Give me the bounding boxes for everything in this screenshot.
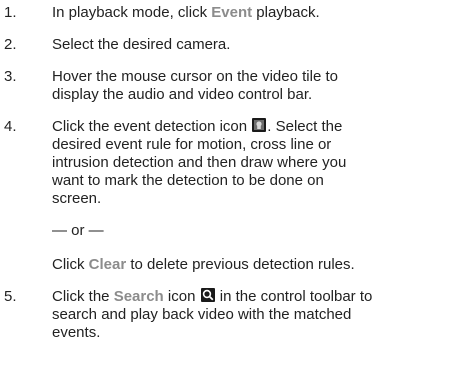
- or-separator: — or —: [52, 222, 104, 239]
- step-text: to delete previous detection rules.: [126, 256, 355, 273]
- step-text: Click the: [52, 288, 114, 305]
- step-text-line: Hover the mouse cursor on the video tile…: [52, 68, 338, 85]
- step-number: 3.: [4, 68, 17, 85]
- keyword-clear: Clear: [88, 256, 127, 273]
- step-1: 1. In playback mode, click Event playbac…: [4, 4, 458, 22]
- step-text: . Select the: [267, 118, 343, 135]
- step-number: 5.: [4, 288, 17, 305]
- step-text-line: screen.: [52, 190, 102, 207]
- keyword-event: Event: [211, 4, 253, 21]
- step-text: Select the desired camera.: [52, 36, 231, 53]
- step-2: 2. Select the desired camera.: [4, 36, 458, 54]
- step-text: icon: [163, 288, 200, 305]
- step-text: Click the event detection icon: [52, 118, 252, 135]
- search-icon: [200, 288, 215, 302]
- step-number: 4.: [4, 118, 17, 135]
- step-text: in the control toolbar to: [215, 288, 373, 305]
- step-4: 4. Click the event detection icon . Sele…: [4, 118, 458, 208]
- step-text-line: events.: [52, 324, 101, 341]
- step-text-line: search and play back video with the matc…: [52, 306, 352, 323]
- step-text: Click: [52, 256, 89, 273]
- step-3: 3. Hover the mouse cursor on the video t…: [4, 68, 458, 104]
- keyword-search: Search: [113, 288, 164, 305]
- step-text-line: desired event rule for motion, cross lin…: [52, 136, 332, 153]
- event-detection-icon: [252, 118, 267, 132]
- clear-instruction: Click Clear to delete previous detection…: [52, 256, 355, 274]
- step-text-line: want to mark the detection to be done on: [52, 172, 324, 189]
- step-text-line: intrusion detection and then draw where …: [52, 154, 347, 171]
- step-number: 1.: [4, 4, 17, 21]
- step-text-line: display the audio and video control bar.: [52, 86, 313, 103]
- step-5: 5. Click the Search icon in the control …: [4, 288, 458, 342]
- step-text: In playback mode, click: [52, 4, 212, 21]
- step-number: 2.: [4, 36, 17, 53]
- step-text: playback.: [252, 4, 320, 21]
